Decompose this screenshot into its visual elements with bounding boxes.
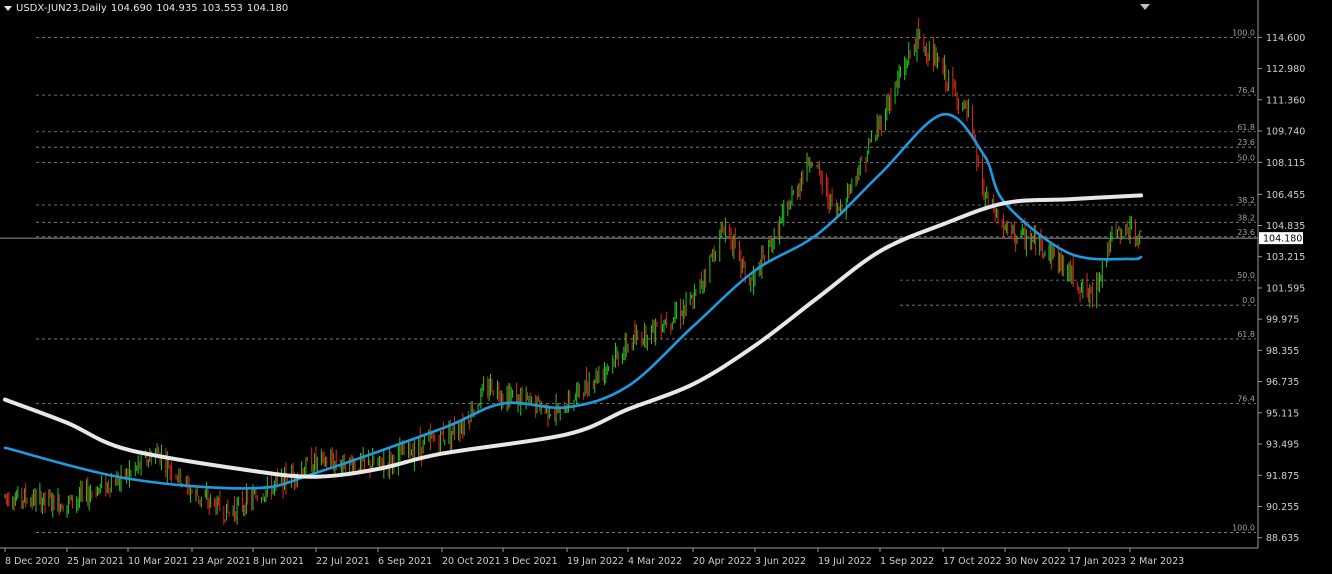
y-tick-label: 106.455 <box>1266 190 1305 201</box>
symbol-label: USDX-JUN23,Daily <box>16 3 107 14</box>
fib-level-label: 38.2 <box>1237 213 1255 222</box>
x-tick-label: 8 Jun 2021 <box>253 556 304 567</box>
fib-level-label: 38.2 <box>1237 196 1255 205</box>
x-tick-label: 6 Sep 2021 <box>378 556 432 567</box>
chart-header: USDX-JUN23,Daily 104.690 104.935 103.553… <box>4 3 288 14</box>
y-tick-label: 96.735 <box>1266 377 1299 388</box>
fib-level-label: 61.8 <box>1237 123 1255 132</box>
trading-chart[interactable]: USDX-JUN23,Daily 104.690 104.935 103.553… <box>0 0 1332 570</box>
y-tick-label: 109.740 <box>1266 126 1305 137</box>
y-tick-label: 88.635 <box>1266 533 1299 544</box>
y-tick-label: 91.875 <box>1266 471 1299 482</box>
x-tick-label: 2 Mar 2023 <box>1130 556 1184 567</box>
x-tick-label: 3 Dec 2021 <box>503 556 558 567</box>
x-tick-label: 23 Apr 2021 <box>192 556 251 567</box>
x-tick-label: 22 Jul 2021 <box>316 556 370 567</box>
x-tick-label: 20 Apr 2022 <box>693 556 752 567</box>
x-tick-label: 25 Jan 2021 <box>67 556 124 567</box>
x-tick-label: 4 Mar 2022 <box>628 556 682 567</box>
fib-level-label: 0.0 <box>1242 296 1255 305</box>
y-tick-label: 101.595 <box>1266 283 1305 294</box>
ma-slow-line <box>3 193 1144 479</box>
collapse-triangle-icon[interactable] <box>4 6 12 11</box>
y-tick-label: 99.975 <box>1266 315 1299 326</box>
price-chart[interactable]: 114.600 112.980 111.360 109.740 108.115 106.4… <box>0 0 1332 570</box>
fib-level-label: 100.0 <box>1232 28 1255 37</box>
x-tick-label: 17 Oct 2022 <box>943 556 1002 567</box>
x-tick-label: 30 Nov 2022 <box>1005 556 1066 567</box>
y-tick-label: 98.355 <box>1266 346 1299 357</box>
x-tick-label: 17 Jan 2023 <box>1069 556 1126 567</box>
candles <box>4 17 1142 525</box>
low-value: 103.553 <box>201 3 243 14</box>
y-tick-label: 114.600 <box>1266 33 1305 44</box>
fib-level-label: 76.4 <box>1237 86 1255 95</box>
x-tick-label: 3 Jun 2022 <box>755 556 806 567</box>
x-tick-label: 20 Oct 2021 <box>442 556 501 567</box>
x-tick-label: 19 Jul 2022 <box>818 556 872 567</box>
x-tick-label: 19 Jan 2022 <box>567 556 624 567</box>
x-tick-label: 1 Sep 2022 <box>880 556 934 567</box>
y-tick-label: 90.255 <box>1266 502 1299 513</box>
x-tick-label: 8 Dec 2020 <box>5 556 60 567</box>
open-value: 104.690 <box>110 3 153 14</box>
current-price-label: 104.180 <box>1263 234 1302 245</box>
y-tick-label: 108.115 <box>1266 158 1305 169</box>
y-tick-label: 111.360 <box>1266 95 1305 106</box>
fib-level-label: 50.0 <box>1237 154 1255 163</box>
fib-level-label: 23.6 <box>1237 138 1255 147</box>
y-tick-label: 95.115 <box>1266 408 1299 419</box>
fib-level-label: 76.4 <box>1237 394 1255 403</box>
y-tick-label: 104.835 <box>1266 221 1305 232</box>
fib-level-label: 23.6 <box>1237 228 1255 237</box>
y-tick-label: 103.215 <box>1266 252 1305 263</box>
fib-level-label: 50.0 <box>1237 271 1255 280</box>
y-tick-label: 112.980 <box>1266 64 1305 75</box>
fib-level-label: 61.8 <box>1237 330 1255 339</box>
y-tick-label: 93.495 <box>1266 440 1299 451</box>
close-value: 104.180 <box>246 3 289 14</box>
chart-shift-marker-icon[interactable] <box>1140 4 1150 10</box>
fib-level-label: 100.0 <box>1232 524 1255 533</box>
x-tick-label: 10 Mar 2021 <box>128 556 188 567</box>
high-value: 104.935 <box>156 3 198 14</box>
